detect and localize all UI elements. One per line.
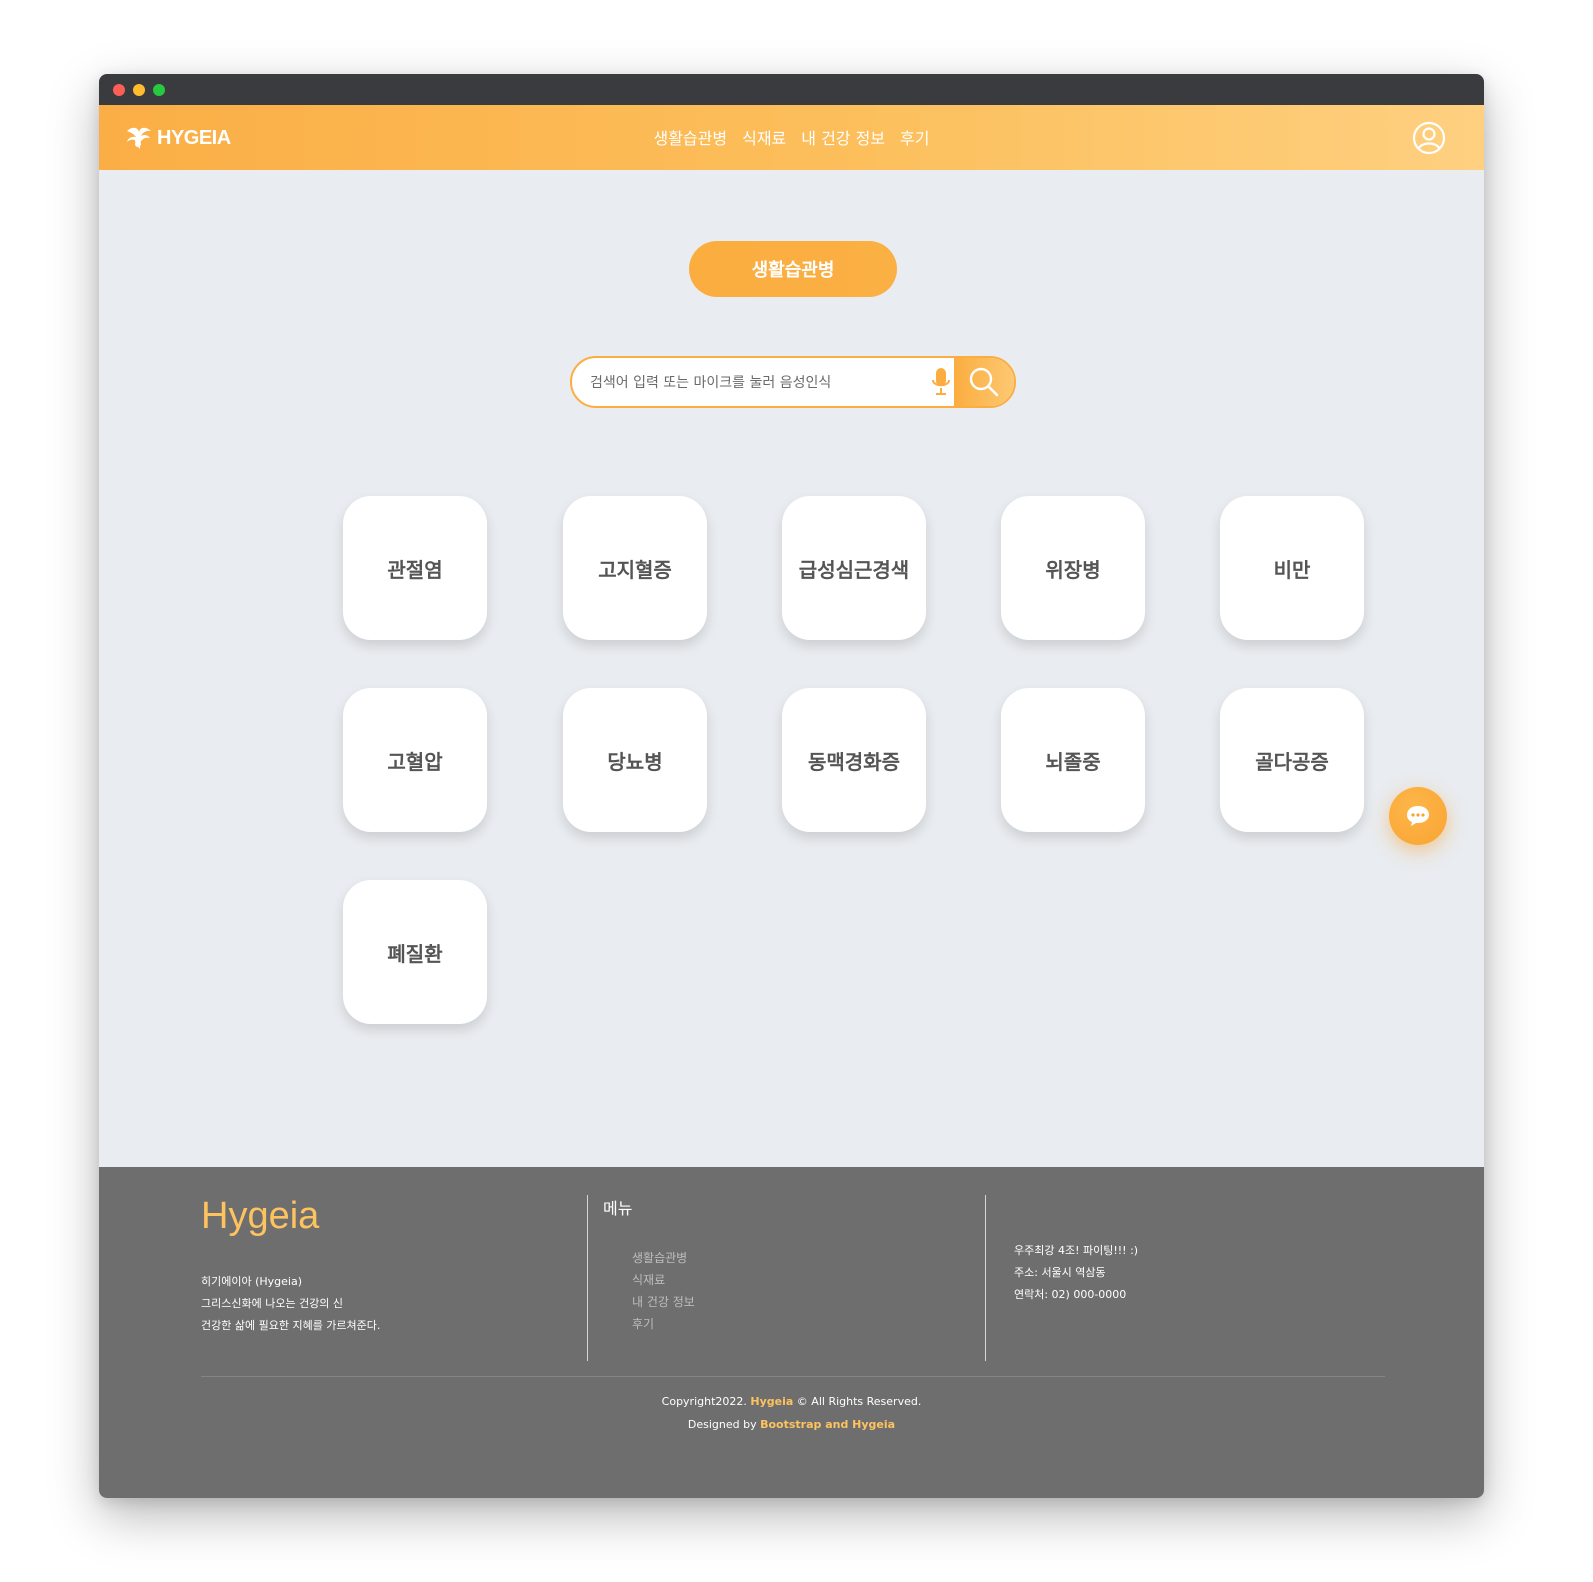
footer: Hygeia 히기에이아 (Hygeia) 그리스신화에 나오는 건강의 신 건…: [99, 1167, 1484, 1498]
nav-link-reviews[interactable]: 후기: [900, 125, 929, 149]
disease-card-osteoporosis[interactable]: 골다공증: [1220, 688, 1364, 832]
designed-by-link[interactable]: Bootstrap and Hygeia: [760, 1418, 895, 1431]
chat-button[interactable]: [1389, 787, 1447, 845]
footer-menu-lifestyle-disease[interactable]: 생활습관병: [632, 1247, 695, 1269]
chat-bubble-icon: [1407, 806, 1429, 826]
window-titlebar: [99, 74, 1484, 105]
search-bar: [570, 356, 1016, 408]
search-icon: [969, 367, 999, 397]
search-input[interactable]: [588, 358, 922, 406]
footer-menu-ingredients[interactable]: 식재료: [632, 1269, 695, 1291]
nav-link-my-health[interactable]: 내 건강 정보: [801, 125, 885, 149]
disease-card-obesity[interactable]: 비만: [1220, 496, 1364, 640]
top-navbar: HYGEIA 생활습관병 식재료 내 건강 정보 후기: [99, 105, 1484, 170]
browser-window: HYGEIA 생활습관병 식재료 내 건강 정보 후기 생활습관병 검색어 입력…: [99, 74, 1484, 1498]
footer-contact-line: 연락처: 02) 000-0000: [1014, 1288, 1127, 1301]
disease-card-diabetes[interactable]: 당뇨병: [563, 688, 707, 832]
footer-copyright: Copyright2022. Hygeia © All Rights Reser…: [99, 1390, 1484, 1436]
footer-menu-my-health[interactable]: 내 건강 정보: [632, 1291, 695, 1313]
designed-prefix: Designed by: [687, 1418, 761, 1431]
minimize-window-button[interactable]: [133, 84, 145, 96]
user-profile-icon[interactable]: [1412, 121, 1446, 155]
copyright-suffix: © All Rights Reserved.: [793, 1395, 922, 1408]
maximize-window-button[interactable]: [153, 84, 165, 96]
footer-rule: [201, 1376, 1385, 1377]
nav-link-ingredients[interactable]: 식재료: [742, 125, 786, 149]
footer-contact: 우주최강 4조! 파이팅!!! :) 주소: 서울시 역삼동 연락처: 02) …: [1014, 1240, 1138, 1306]
disease-card-hyperlipidemia[interactable]: 고지혈증: [563, 496, 707, 640]
footer-description: 히기에이아 (Hygeia) 그리스신화에 나오는 건강의 신 건강한 삶에 필…: [201, 1271, 380, 1337]
disease-card-atherosclerosis[interactable]: 동맥경화증: [782, 688, 926, 832]
footer-contact-line: 우주최강 4조! 파이팅!!! :): [1014, 1244, 1139, 1257]
copyright-prefix: Copyright2022.: [661, 1395, 751, 1408]
copyright-brand: Hygeia: [750, 1395, 794, 1408]
disease-card-acute-mi[interactable]: 급성심근경색: [782, 496, 926, 640]
search-button[interactable]: [954, 358, 1014, 406]
footer-contact-line: 주소: 서울시 역삼동: [1014, 1266, 1106, 1279]
nav-link-lifestyle-disease[interactable]: 생활습관병: [653, 125, 727, 149]
footer-divider: [587, 1195, 588, 1361]
nav-links: 생활습관병 식재료 내 건강 정보 후기: [99, 125, 1484, 149]
close-window-button[interactable]: [113, 84, 125, 96]
disease-card-stroke[interactable]: 뇌졸중: [1001, 688, 1145, 832]
disease-card-lung-disease[interactable]: 폐질환: [343, 880, 487, 1024]
footer-brand: Hygeia: [201, 1195, 320, 1237]
microphone-icon[interactable]: [930, 367, 952, 397]
footer-desc-line: 히기에이아 (Hygeia): [201, 1275, 303, 1288]
category-title-button[interactable]: 생활습관병: [689, 241, 897, 297]
footer-menu-title: 메뉴: [603, 1199, 633, 1218]
disease-card-hypertension[interactable]: 고혈압: [343, 688, 487, 832]
disease-card-arthritis[interactable]: 관절염: [343, 496, 487, 640]
footer-menu-reviews[interactable]: 후기: [632, 1313, 695, 1335]
disease-card-gastric-disease[interactable]: 위장병: [1001, 496, 1145, 640]
footer-menu: 생활습관병 식재료 내 건강 정보 후기: [632, 1247, 695, 1335]
footer-desc-line: 건강한 삶에 필요한 지혜를 가르쳐준다.: [201, 1319, 381, 1332]
footer-divider: [985, 1195, 986, 1361]
footer-desc-line: 그리스신화에 나오는 건강의 신: [201, 1297, 344, 1310]
